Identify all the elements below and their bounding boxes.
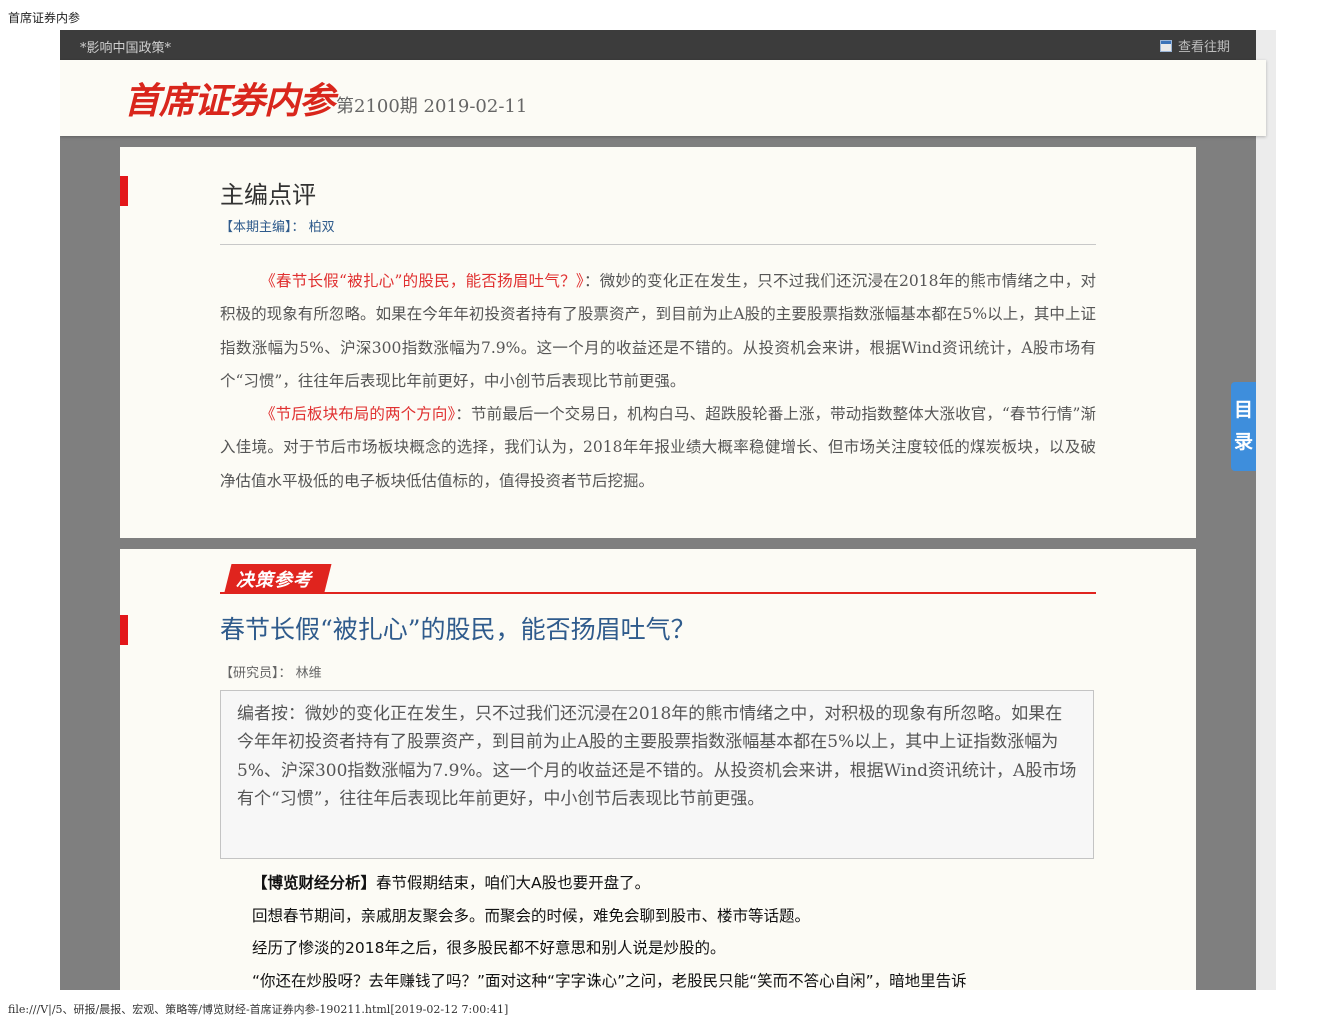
editor-label: 【本期主编】： (220, 220, 305, 235)
section-marker (120, 176, 128, 206)
body-paragraph: 回想春节期间，亲戚朋友聚会多。而聚会的时候，难免会聊到股市、楼市等话题。 (252, 906, 811, 925)
researcher-label: 【研究员】： (220, 666, 292, 681)
masthead: 首席证券内参 第2100期 2019-02-11 (60, 60, 1266, 136)
editor-comment: 《春节长假“被扎心”的股民，能否扬眉吐气？》：微妙的变化正在发生，只不过我们还沉… (220, 265, 1096, 498)
researcher-name: 林维 (295, 666, 322, 681)
editor-note: 编者按：微妙的变化正在发生，只不过我们还沉浸在2018年的熊市情绪之中，对积极的… (237, 704, 1077, 809)
body-paragraph: 【博览财经分析】春节假期结束，咱们大A股也要开盘了。 (252, 874, 651, 892)
body-paragraph: 经历了惨淡的2018年之后，很多股民都不好意思和别人说是炒股的。 (252, 939, 726, 957)
table-of-contents-tab[interactable]: 目 录 (1231, 382, 1256, 471)
archive-link[interactable]: 查看往期 (1159, 36, 1230, 55)
footer-file-path: file:///V|/5、研报/晨报、宏观、策略等/博览财经-首席证券内参-19… (8, 1003, 509, 1016)
page-viewport: *影响中国政策* 查看往期 首席证券内参 第2100期 2019-02-11 主… (60, 30, 1276, 990)
top-bar: *影响中国政策* 查看往期 (60, 30, 1256, 60)
scrollbar-track[interactable] (1256, 30, 1276, 990)
toc-char: 目 (1233, 399, 1253, 421)
toc-char: 录 (1233, 431, 1253, 453)
body-paragraph: “你还在炒股呀？去年赚钱了吗？”面对这种“字字诛心”之问，老股民只能“笑而不答心… (252, 971, 967, 990)
article-card: 决策参考 春节长假“被扎心”的股民，能否扬眉吐气？ 【研究员】： 林维 编者按：… (120, 549, 1196, 990)
editor-review-card: 主编点评 【本期主编】： 柏双 《春节长假“被扎心”的股民，能否扬眉吐气？》：微… (120, 147, 1196, 538)
section-badge: 决策参考 (236, 570, 312, 591)
comment-link-2[interactable]: 《节后板块布局的两个方向》 (260, 405, 455, 423)
article-body: 【博览财经分析】春节假期结束，咱们大A股也要开盘了。 回想春节期间，亲戚朋友聚会… (252, 867, 1112, 990)
editor-name: 柏双 (308, 220, 335, 235)
document-title: 首席证券内参 (8, 11, 81, 25)
comment-link-1[interactable]: 《春节长假“被扎心”的股民，能否扬眉吐气？》 (260, 272, 584, 290)
article-title: 春节长假“被扎心”的股民，能否扬眉吐气？ (220, 615, 696, 644)
issue-number-date: 第2100期 2019-02-11 (336, 96, 528, 117)
badge-underline (220, 592, 1096, 594)
section-title: 主编点评 (220, 181, 316, 209)
editor-credit: 【本期主编】： 柏双 (220, 216, 335, 235)
analysis-lead: 【博览财经分析】 (252, 874, 377, 892)
calendar-icon (1159, 39, 1172, 52)
archive-link-label: 查看往期 (1177, 40, 1230, 55)
researcher-credit: 【研究员】： 林维 (220, 662, 322, 681)
divider (220, 244, 1096, 245)
article-marker (120, 615, 128, 645)
slogan: *影响中国政策* (80, 41, 172, 56)
brand-logo: 首席证券内参 (124, 81, 335, 122)
editor-note-box: 编者按：微妙的变化正在发生，只不过我们还沉浸在2018年的熊市情绪之中，对积极的… (220, 690, 1094, 859)
